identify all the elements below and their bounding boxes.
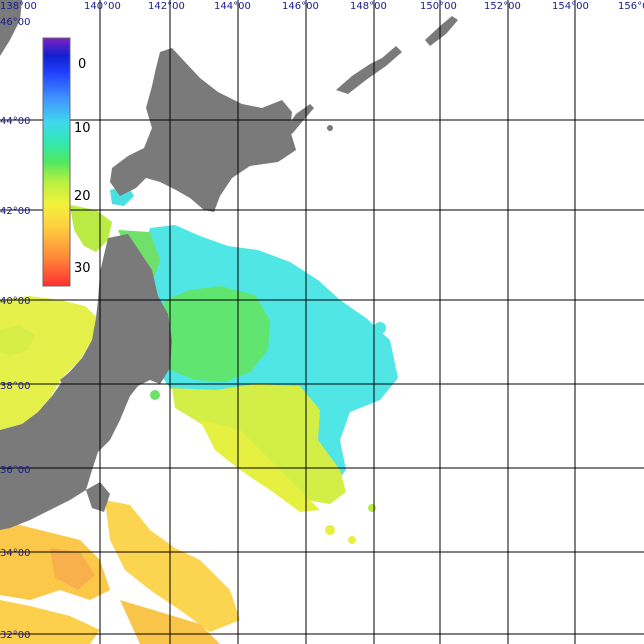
lon-label-150: 150°00 [420,1,457,12]
colorbar-tick-0: 0 [78,57,86,72]
lat-label-36: 36°00 [0,465,30,476]
sst-blob-5 [150,390,160,400]
lon-label-144: 144°00 [214,1,251,12]
land-kuril-2 [336,46,402,94]
lon-label-152: 152°00 [484,1,521,12]
colorbar-gradient [42,37,71,287]
lon-label-156: 156°0 [618,1,644,12]
lon-label-146: 146°00 [282,1,319,12]
colorbar-tick-30: 30 [74,261,91,276]
lat-label-46: 46°00 [0,17,30,28]
sst-blob-4 [348,536,356,544]
longitude-labels: 138°00 140°00 142°00 144°00 146°00 148°0… [0,1,644,12]
map-canvas: 138°00 140°00 142°00 144°00 146°00 148°0… [0,0,644,644]
lat-label-34: 34°00 [0,548,30,559]
lat-label-40: 40°00 [0,296,30,307]
colorbar-tick-20: 20 [74,189,91,204]
land-hokkaido [110,48,296,212]
sst-blob-3 [325,525,335,535]
sst-blob-1 [374,322,386,334]
colorbar-tick-10: 10 [74,121,91,136]
lon-label-154: 154°00 [552,1,589,12]
sst-blob-2 [368,504,376,512]
land-kuril-3 [425,16,458,46]
lon-label-142: 142°00 [148,1,185,12]
lat-label-32: 32°00 [0,630,30,641]
lon-label-148: 148°00 [350,1,387,12]
lon-label-138: 138°00 [0,1,37,12]
sst-patch-north-green [70,205,112,252]
lat-label-38: 38°00 [0,381,30,392]
land-kuril-4 [327,125,333,131]
colorbar: 0 10 20 30 [42,37,91,287]
lat-label-42: 42°00 [0,206,30,217]
sea-surface-temperature-map: 138°00 140°00 142°00 144°00 146°00 148°0… [0,0,644,644]
lat-label-44: 44°00 [0,116,30,127]
sst-patch-south-orange [105,500,240,632]
lon-label-140: 140°00 [84,1,121,12]
